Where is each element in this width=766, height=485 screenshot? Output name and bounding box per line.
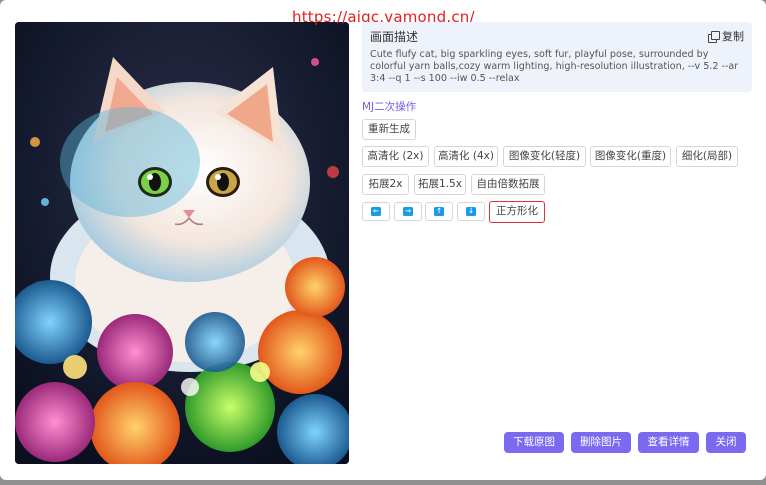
- make-square-button[interactable]: 正方形化: [489, 201, 545, 223]
- pan-up-button[interactable]: ↑: [425, 202, 453, 221]
- vary-region-button[interactable]: 细化(局部): [676, 146, 738, 167]
- pan-left-button[interactable]: ←: [362, 202, 390, 221]
- generated-image: [15, 22, 349, 464]
- pan-right-button[interactable]: →: [394, 202, 422, 221]
- vary-strong-button[interactable]: 图像变化(重度): [590, 146, 671, 167]
- copy-icon: [708, 30, 720, 43]
- copy-button[interactable]: 复制: [708, 28, 744, 44]
- zoom-out-1-5x-button[interactable]: 拓展1.5x: [414, 174, 466, 195]
- upscale-2x-button[interactable]: 高清化 (2x): [362, 146, 429, 167]
- arrow-up-icon: ↑: [434, 207, 444, 216]
- description-title: 画面描述: [370, 30, 419, 44]
- arrow-left-icon: ←: [371, 207, 381, 216]
- image-detail-dialog: https://aigc.vamond.cn/ 画面描述 复制 Cute flu…: [0, 0, 766, 480]
- mj-section-label: MJ二次操作: [362, 101, 417, 113]
- delete-image-button[interactable]: 删除图片: [571, 432, 631, 453]
- close-button[interactable]: 关闭: [706, 432, 746, 453]
- arrow-down-icon: ↓: [466, 207, 476, 216]
- description-panel: 画面描述 复制 Cute flufy cat, big sparkling ey…: [362, 22, 752, 92]
- regenerate-button[interactable]: 重新生成: [362, 119, 416, 140]
- zoom-out-2x-button[interactable]: 拓展2x: [362, 174, 409, 195]
- prompt-text: Cute flufy cat, big sparkling eyes, soft…: [370, 49, 739, 84]
- upscale-4x-button[interactable]: 高清化 (4x): [434, 146, 498, 167]
- copy-label: 复制: [722, 30, 744, 43]
- vary-subtle-button[interactable]: 图像变化(轻度): [503, 146, 586, 167]
- arrow-right-icon: →: [403, 207, 413, 216]
- download-original-button[interactable]: 下载原图: [504, 432, 564, 453]
- view-details-button[interactable]: 查看详情: [638, 432, 699, 453]
- custom-zoom-button[interactable]: 自由倍数拓展: [471, 174, 545, 195]
- pan-down-button[interactable]: ↓: [457, 202, 485, 221]
